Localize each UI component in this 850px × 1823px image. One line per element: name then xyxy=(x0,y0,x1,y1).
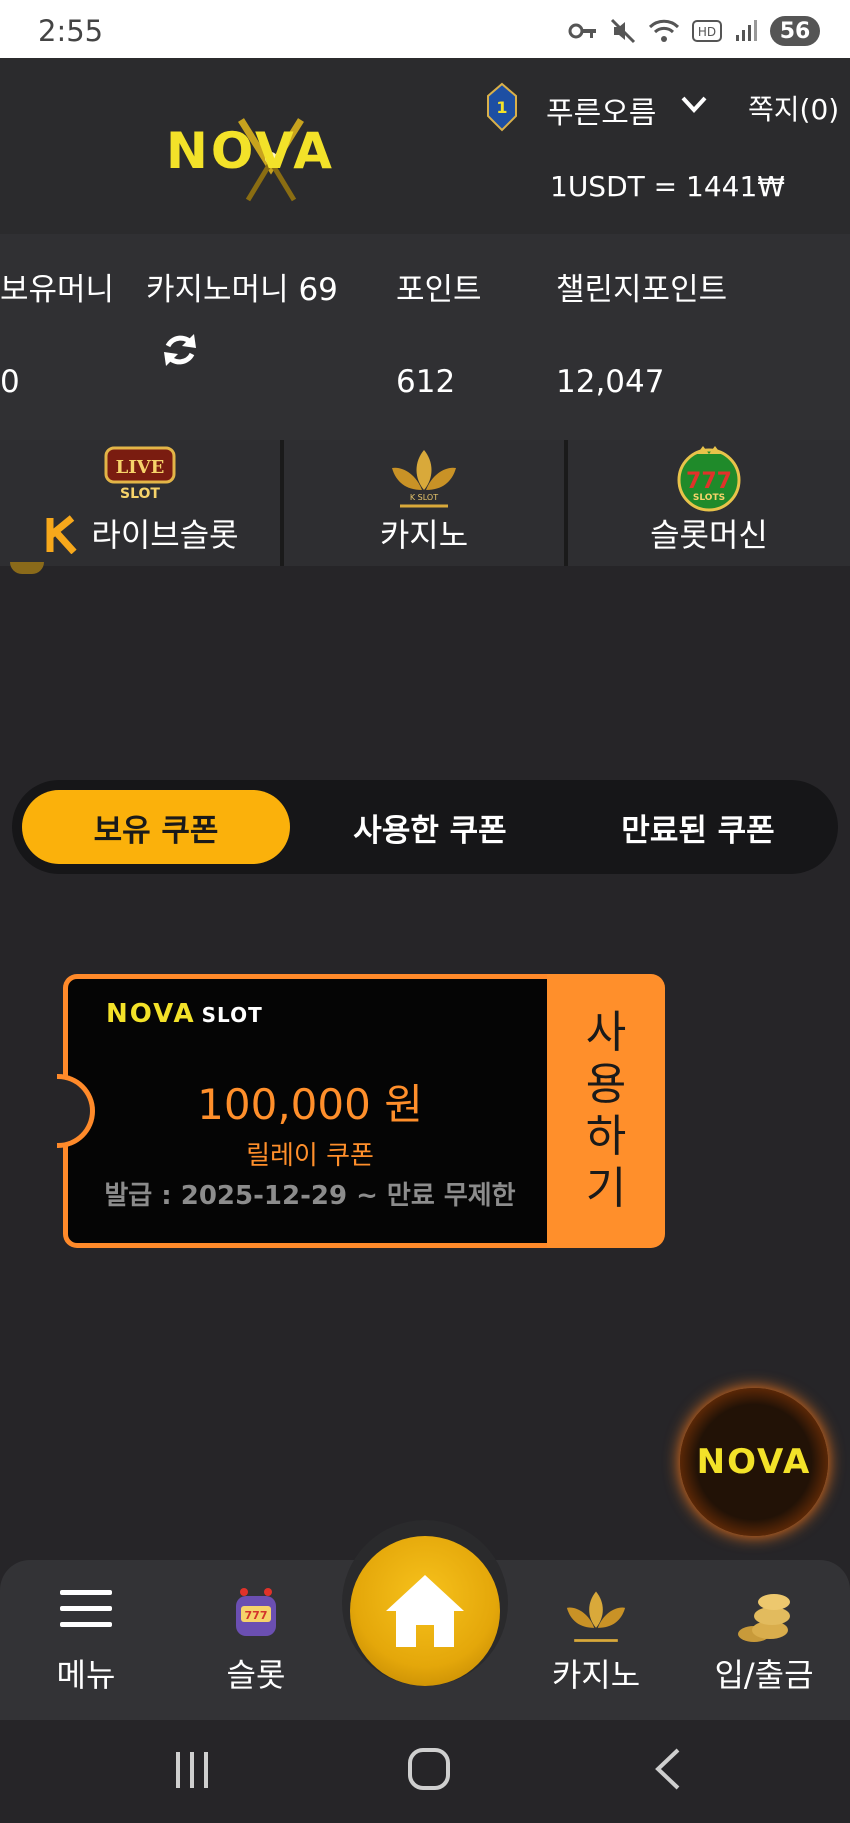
use-coupon-label: 사용하기 xyxy=(585,1007,627,1214)
fab-label: NOVA xyxy=(696,1442,812,1482)
balance-panel: 보유머니 0 카지노머니 69 포인트 612 챌린지포인트 12,047 xyxy=(0,234,850,440)
holding-money-label: 보유머니 xyxy=(0,272,115,308)
svg-text:777: 777 xyxy=(686,469,732,494)
svg-text:LIVE: LIVE xyxy=(116,457,165,478)
svg-text:K SLOT: K SLOT xyxy=(410,493,438,502)
k-slot-lotus-icon: K SLOT xyxy=(392,450,456,508)
key-icon xyxy=(568,23,596,39)
category-label: 라이브슬롯 xyxy=(91,516,239,554)
challenge-points-label: 챌린지포인트 xyxy=(556,272,728,308)
holding-money-value: 0 xyxy=(0,364,20,400)
signal-icon xyxy=(736,20,757,41)
category-label: 슬롯머신 xyxy=(650,516,768,554)
category-slot-machine[interactable]: 777 SLOTS 슬롯머신 xyxy=(568,440,850,566)
slot-machine-icon: 777 xyxy=(236,1588,276,1636)
category-casino[interactable]: K SLOT 카지노 xyxy=(284,440,568,566)
decorative-dot xyxy=(10,562,44,574)
coupon-card: NOVA SLOT 100,000 원 릴레이 쿠폰 발급 : 2025-12-2… xyxy=(57,974,665,1248)
tab-held-coupons[interactable]: 보유 쿠폰 xyxy=(22,790,290,864)
use-coupon-button[interactable]: 사용하기 xyxy=(547,974,665,1248)
hd-icon: HD xyxy=(692,20,722,42)
svg-text:777: 777 xyxy=(245,1609,268,1622)
tab-used-coupons[interactable]: 사용한 쿠폰 xyxy=(296,790,564,864)
points-value: 612 xyxy=(396,364,456,400)
battery-indicator: 56 xyxy=(770,16,820,46)
status-icons: HD 56 xyxy=(568,16,820,46)
exchange-rate: 1USDT = 1441₩ xyxy=(550,170,785,203)
coupon-issue-date: 발급 : 2025-12-29 ~ 만료 무제한 xyxy=(104,1181,516,1211)
wifi-icon xyxy=(648,19,680,42)
coupon-body: NOVA SLOT 100,000 원 릴레이 쿠폰 발급 : 2025-12-2… xyxy=(63,974,547,1248)
hamburger-menu-icon xyxy=(60,1590,112,1627)
coupon-brand-logo: NOVA SLOT xyxy=(106,999,263,1029)
status-time: 2:55 xyxy=(38,14,104,48)
coupon-amount: 100,000 원 xyxy=(197,1080,423,1129)
system-nav-bar xyxy=(0,1720,850,1823)
nova-logo[interactable]: NOVA xyxy=(166,118,362,202)
nav-casino[interactable]: 카지노 xyxy=(526,1578,666,1708)
svg-text:SLOTS: SLOTS xyxy=(693,493,725,503)
coupon-brand-suffix: SLOT xyxy=(201,1003,263,1027)
rank-badge-icon: 1 xyxy=(487,82,517,132)
casino-money-label: 카지노머니 69 xyxy=(146,272,338,308)
svg-text:HD: HD xyxy=(698,25,716,39)
nav-label: 슬롯 xyxy=(226,1656,286,1694)
coupon-type: 릴레이 쿠폰 xyxy=(246,1141,374,1171)
home-icon xyxy=(386,1575,464,1647)
category-label: 카지노 xyxy=(379,516,469,554)
k-slot-lotus-icon xyxy=(566,1591,626,1642)
nav-menu[interactable]: 메뉴 xyxy=(16,1578,156,1708)
chevron-down-icon[interactable] xyxy=(680,92,708,116)
nav-label: 카지노 xyxy=(551,1656,641,1694)
status-bar: 2:55 HD 56 xyxy=(0,0,850,58)
points-label: 포인트 xyxy=(396,272,482,308)
category-tabs: LIVE SLOT 라이브슬롯 K SLOT 카지노 777 SLOTS 슬롯머… xyxy=(0,440,850,566)
coupon-tabs: 보유 쿠폰 사용한 쿠폰 만료된 쿠폰 xyxy=(12,780,838,874)
coupon-brand: NOVA xyxy=(106,999,196,1029)
back-icon[interactable] xyxy=(648,1746,688,1792)
memo-link[interactable]: 쪽지(0) xyxy=(748,88,839,128)
refresh-icon[interactable] xyxy=(160,330,200,370)
logo-text: NOVA xyxy=(166,122,336,180)
nova-floating-button[interactable]: NOVA xyxy=(680,1388,828,1536)
category-live-slot[interactable]: LIVE SLOT 라이브슬롯 xyxy=(0,440,284,566)
nav-slot[interactable]: 777 슬롯 xyxy=(186,1578,326,1708)
nav-label: 메뉴 xyxy=(56,1656,116,1694)
home-button[interactable] xyxy=(350,1536,500,1686)
svg-text:1: 1 xyxy=(496,98,507,117)
svg-text:SLOT: SLOT xyxy=(120,486,160,502)
username[interactable]: 푸른오름 xyxy=(546,88,656,132)
live-slot-icon: LIVE SLOT xyxy=(104,446,176,502)
challenge-points-value: 12,047 xyxy=(556,364,665,400)
tab-expired-coupons[interactable]: 만료된 쿠폰 xyxy=(564,790,832,864)
recent-apps-icon[interactable] xyxy=(170,1748,214,1792)
nav-label: 입/출금 xyxy=(714,1656,814,1694)
gold-coins-icon xyxy=(738,1594,790,1642)
app-header: NOVA 1 푸른오름 쪽지(0) 1USDT = 1441₩ xyxy=(0,58,850,234)
home-circle-icon[interactable] xyxy=(406,1746,452,1792)
777-slots-icon: 777 SLOTS xyxy=(677,446,741,512)
nav-deposit-withdraw[interactable]: 입/출금 xyxy=(694,1578,834,1708)
mute-icon xyxy=(610,18,636,44)
